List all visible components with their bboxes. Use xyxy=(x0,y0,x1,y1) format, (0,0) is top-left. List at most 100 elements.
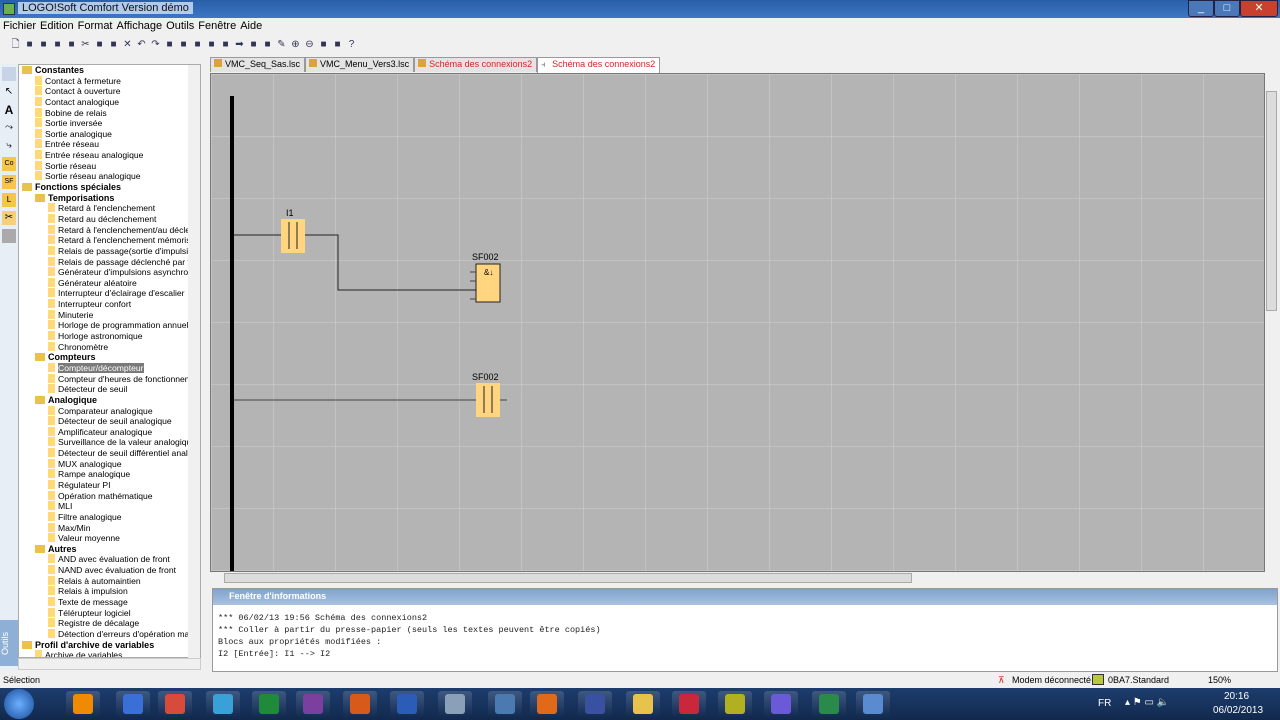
taskbar-excel[interactable] xyxy=(252,691,286,717)
tools-tab[interactable]: Outils xyxy=(0,620,18,666)
constants-icon[interactable]: Co xyxy=(2,157,16,171)
tab-schema-connexions2-a[interactable]: Schéma des connexions2 xyxy=(414,57,538,72)
taskbar-app2[interactable] xyxy=(116,691,150,717)
align-v-icon[interactable]: ■ xyxy=(220,39,231,50)
tree-group[interactable]: Temporisations xyxy=(19,193,200,204)
tree-group[interactable]: Profil d'archive de variables xyxy=(19,640,200,651)
taskbar-firefox[interactable] xyxy=(530,691,564,717)
clock-date[interactable]: 06/02/2013 xyxy=(1213,705,1263,716)
tree-item[interactable]: Contact analogique xyxy=(19,96,200,108)
taskbar-app17[interactable] xyxy=(812,691,846,717)
tree-item[interactable]: Retard à l'enclenchement/au décle xyxy=(19,224,200,236)
cut-icon[interactable]: ✂ xyxy=(80,39,91,50)
copy-icon[interactable]: ■ xyxy=(94,39,105,50)
tree-item[interactable]: Entrée réseau analogique xyxy=(19,150,200,161)
tree-item[interactable]: Chronomètre xyxy=(19,341,200,353)
tree-item[interactable]: Contact à fermeture xyxy=(19,75,200,87)
tree-group[interactable]: Fonctions spéciales xyxy=(19,182,200,193)
tree-item[interactable]: Sortie réseau analogique xyxy=(19,171,200,182)
tree-item[interactable]: Relais de passage(sortie d'impulsic xyxy=(19,245,200,257)
tree-item[interactable]: Interrupteur confort xyxy=(19,299,200,310)
close-button[interactable]: ✕ xyxy=(1240,0,1278,17)
minimize-button[interactable]: _ xyxy=(1188,0,1214,17)
menu-affichage[interactable]: Affichage xyxy=(114,18,164,32)
taskbar-app14[interactable] xyxy=(672,691,706,717)
start-button[interactable] xyxy=(4,689,34,719)
page-icon[interactable] xyxy=(2,67,16,81)
taskbar-powerpoint[interactable] xyxy=(343,691,377,717)
pencil-icon[interactable]: ✎ xyxy=(276,39,287,50)
maximize-button[interactable]: □ xyxy=(1214,0,1240,17)
tree-item[interactable]: Interrupteur d'éclairage d'escalier xyxy=(19,288,200,299)
zoom-out-icon[interactable]: ⊖ xyxy=(304,39,315,50)
tree-item[interactable]: Surveillance de la valeur analogiqu xyxy=(19,437,200,448)
tree-group[interactable]: Constantes xyxy=(19,65,200,76)
menu-edition[interactable]: Edition xyxy=(37,18,75,32)
tree-item[interactable]: Détecteur de seuil analogique xyxy=(19,416,200,427)
menu-format[interactable]: Format xyxy=(75,18,114,32)
taskbar-app16[interactable] xyxy=(764,691,798,717)
tree-horizontal-scrollbar[interactable] xyxy=(18,658,201,670)
tree-item[interactable]: Amplificateur analogique xyxy=(19,426,200,438)
taskbar-app15[interactable] xyxy=(718,691,752,717)
save-icon[interactable]: ■ xyxy=(52,39,63,50)
tree-item[interactable]: Bobine de relais xyxy=(19,107,200,119)
text-icon[interactable]: A xyxy=(2,103,16,117)
help-icon[interactable]: ? xyxy=(346,39,357,50)
language-indicator[interactable]: FR xyxy=(1098,698,1111,709)
selection-icon[interactable]: ↖ xyxy=(2,85,16,99)
canvas-vertical-scrollbar[interactable] xyxy=(1265,73,1278,572)
taskbar-onenote[interactable] xyxy=(296,691,330,717)
align-icon[interactable]: ■ xyxy=(178,39,189,50)
taskbar-app12[interactable] xyxy=(578,691,612,717)
tree-item[interactable]: Opération mathématique xyxy=(19,490,200,502)
clock-time[interactable]: 20:16 xyxy=(1224,691,1249,702)
tree-item[interactable]: Minuterie xyxy=(19,309,200,321)
tree-item[interactable]: Sortie réseau xyxy=(19,160,200,172)
fit-icon[interactable]: ■ xyxy=(318,39,329,50)
tab-schema-connexions2-b[interactable]: ⫞ Schéma des connexions2 xyxy=(537,57,661,73)
tree-item[interactable]: AND avec évaluation de front xyxy=(19,554,200,565)
tree-item[interactable]: Comparateur analogique xyxy=(19,405,200,417)
tree-item[interactable]: Compteur/décompteur xyxy=(19,362,200,374)
print-icon[interactable]: ■ xyxy=(66,39,77,50)
special-functions-icon[interactable]: SF xyxy=(2,175,16,189)
tree-item[interactable]: Compteur d'heures de fonctionnem xyxy=(19,373,200,385)
layer-icon[interactable] xyxy=(2,229,16,243)
cut-connection-icon[interactable]: ✂ xyxy=(2,211,16,225)
taskbar-word[interactable] xyxy=(390,691,424,717)
menu-outils[interactable]: Outils xyxy=(163,18,195,32)
taskbar-app3[interactable] xyxy=(158,691,192,717)
ladder-canvas[interactable]: I1 SF002 &↓ SF002 xyxy=(210,73,1265,572)
tree-item[interactable]: Valeur moyenne xyxy=(19,533,200,544)
taskbar-logosoft[interactable] xyxy=(856,691,890,717)
tree-item[interactable]: Détecteur de seuil xyxy=(19,384,200,395)
tree-item[interactable]: MUX analogique xyxy=(19,458,200,470)
tree-item[interactable]: Horloge de programmation annuell xyxy=(19,320,200,331)
tree-item[interactable]: Détecteur de seuil différentiel analo xyxy=(19,448,200,459)
tree-item[interactable]: Max/Min xyxy=(19,522,200,534)
tree-item[interactable]: Télérupteur logiciel xyxy=(19,607,200,619)
tab-vmc-menu-vers3[interactable]: VMC_Menu_Vers3.lsc xyxy=(305,57,415,72)
zoom-in-icon[interactable]: ⊕ xyxy=(290,39,301,50)
forward-icon[interactable]: ➡ xyxy=(234,39,245,50)
tree-item[interactable]: Horloge astronomique xyxy=(19,331,200,342)
tree-item[interactable]: Générateur d'impulsions asynchron xyxy=(19,267,200,278)
canvas-horizontal-scrollbar[interactable] xyxy=(210,572,1265,585)
ladder-icon[interactable]: L xyxy=(2,193,16,207)
taskbar-app4[interactable] xyxy=(206,691,240,717)
tray-icons[interactable]: ▴ ⚑ ▭ 🔈 xyxy=(1125,697,1169,708)
tree-item[interactable]: Rampe analogique xyxy=(19,469,200,480)
open-red-icon[interactable]: ■ xyxy=(38,39,49,50)
connect-icon[interactable]: ⤳ xyxy=(2,121,16,135)
tree-item[interactable]: Entrée réseau xyxy=(19,139,200,150)
tree-item[interactable]: Générateur aléatoire xyxy=(19,277,200,289)
tree-item[interactable]: Registre de décalage xyxy=(19,618,200,629)
simulation-icon[interactable]: ■ xyxy=(332,39,343,50)
tree-group[interactable]: Analogique xyxy=(19,395,200,406)
tree-group[interactable]: Compteurs xyxy=(19,352,200,363)
tree-item[interactable]: Retard au déclenchement xyxy=(19,213,200,225)
new-icon[interactable]: 🗋 xyxy=(10,39,21,50)
tree-item[interactable]: Régulateur PI xyxy=(19,479,200,491)
tree-item[interactable]: Relais de passage déclenché par fr xyxy=(19,256,200,268)
